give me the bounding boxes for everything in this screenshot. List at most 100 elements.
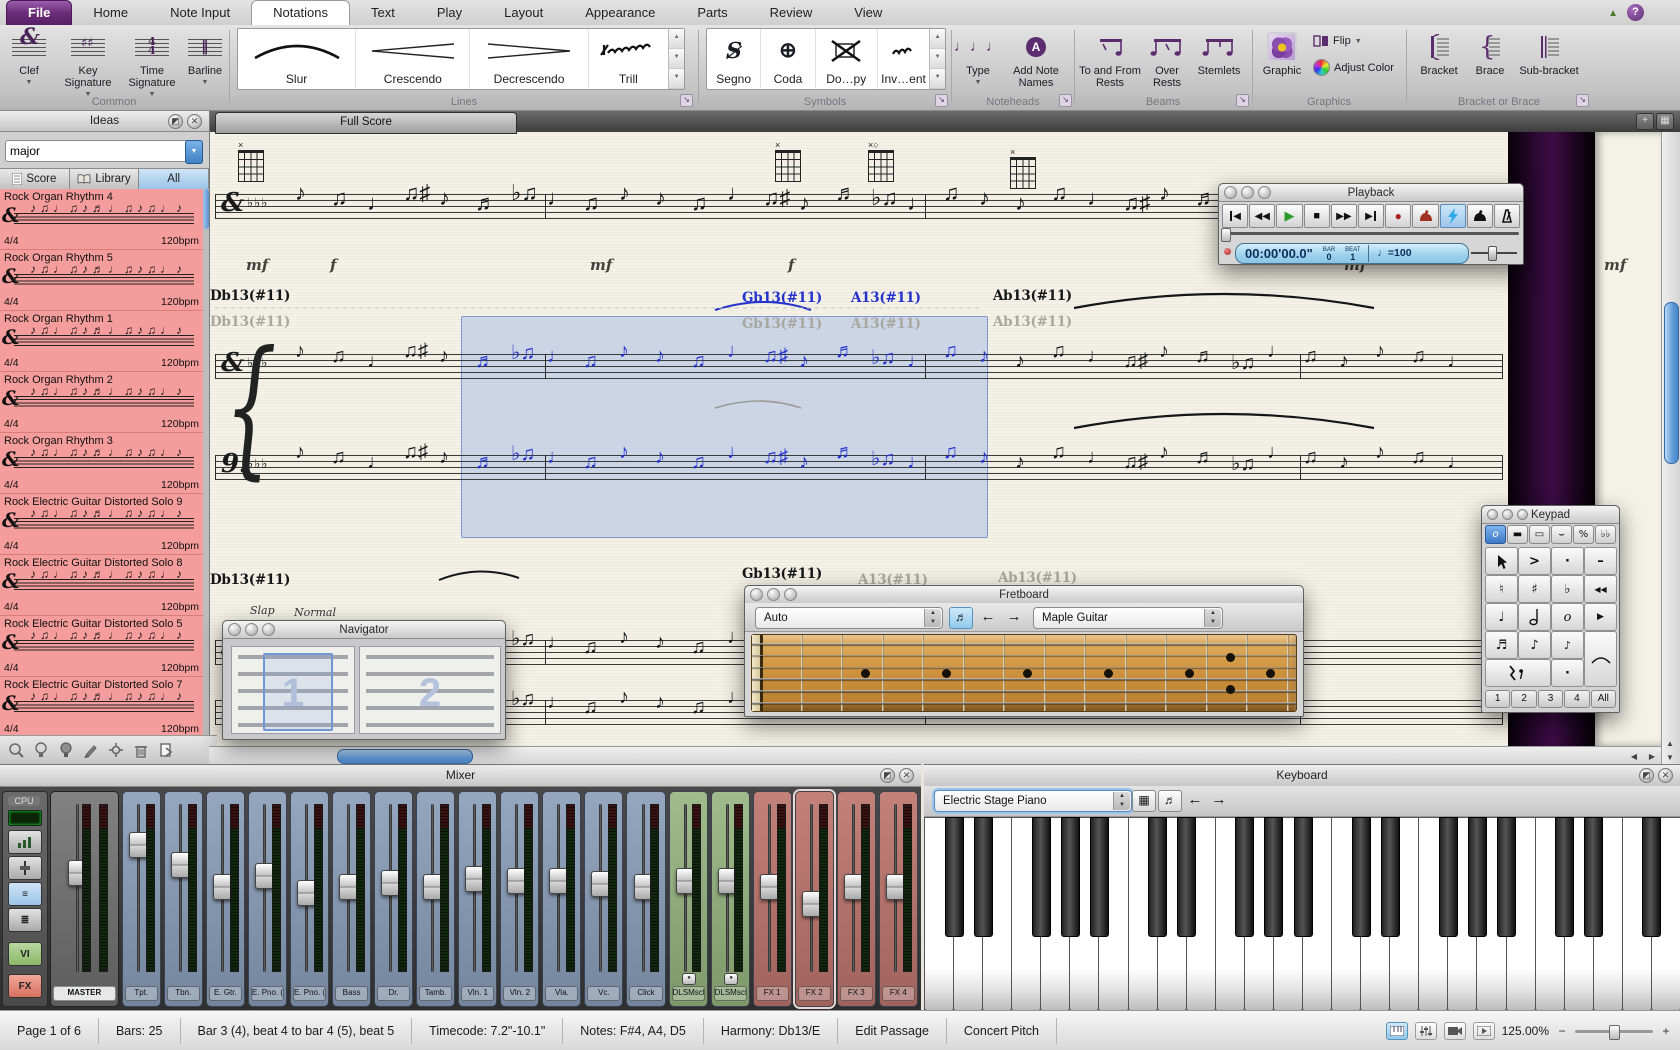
mixer-strip[interactable]: Tbn. [164, 791, 203, 1007]
next-chord-button[interactable]: → [1003, 607, 1025, 627]
keypad-select-tool[interactable] [1485, 547, 1518, 575]
fader-view-button[interactable] [8, 856, 42, 880]
crescendo-gallery-item[interactable]: Crescendo [356, 29, 470, 89]
keypad-sharp-button[interactable]: ♯ [1518, 575, 1551, 603]
beams-dialog-launcher[interactable]: ↘ [1236, 94, 1249, 107]
black-key[interactable] [1381, 817, 1400, 937]
keypad-next-page-button[interactable]: ▶ [1584, 603, 1617, 631]
groups-view-button[interactable]: ≣ [8, 908, 42, 932]
idea-item[interactable]: Rock Electric Guitar Distorted Solo 9&♪♫… [0, 494, 203, 555]
keypad-quarter-note-button[interactable]: ♩ [1485, 603, 1518, 631]
qwerty-input-toggle[interactable]: ▦ [1132, 790, 1156, 812]
scroll-up-icon[interactable]: ▲ [1662, 739, 1678, 748]
slur-gallery-item[interactable]: Slur [238, 29, 356, 89]
trill-gallery-item[interactable]: Trill [589, 29, 668, 89]
beams-over-rests-button[interactable]: Over Rests [1143, 29, 1191, 89]
go-to-end-button[interactable]: ▶ [1358, 204, 1384, 228]
previous-octave-button[interactable]: ← [1184, 790, 1206, 810]
add-note-names-button[interactable]: A Add Note Names [1004, 29, 1068, 89]
keypad-jazz-articulations-tab[interactable]: ⌣ [1551, 525, 1572, 544]
new-tab-button[interactable]: + [1636, 113, 1654, 130]
live-tempo-button[interactable] [1467, 204, 1493, 228]
chord-symbol[interactable]: A13(#11) [851, 316, 921, 332]
ideas-scrollbar[interactable] [203, 189, 209, 736]
mixer-strip[interactable]: FX 1 [753, 791, 792, 1007]
mixer-strip[interactable]: Click [626, 791, 665, 1007]
keypad-repeats-tab[interactable]: % [1573, 525, 1594, 544]
ideas-search-dropdown-icon[interactable]: ▼ [185, 140, 203, 164]
keypad-voice-2[interactable]: 2 [1511, 690, 1536, 708]
go-to-start-button[interactable]: ◀ [1222, 204, 1248, 228]
mixer-strip[interactable]: Bass [332, 791, 371, 1007]
technique-text[interactable]: Slap [250, 604, 275, 617]
stop-button[interactable]: ■ [1304, 204, 1330, 228]
lightbulb-dark-button[interactable] [58, 742, 74, 758]
scroll-left-icon[interactable]: ◀ [1626, 752, 1642, 761]
keypad-eighth-note-button[interactable]: ♪ [1518, 631, 1551, 659]
idea-item[interactable]: Rock Electric Guitar Distorted Solo 7&♪♫… [0, 677, 203, 736]
keypad-voice-3[interactable]: 3 [1538, 690, 1563, 708]
bracket-button[interactable]: Bracket [1411, 29, 1467, 77]
zoom-out-button[interactable]: − [1556, 1024, 1568, 1038]
metronome-click-button[interactable] [1494, 204, 1520, 228]
ribbon-collapse-icon[interactable]: ▲ [1608, 8, 1618, 19]
chord-input-toggle[interactable]: ♬ [1158, 790, 1182, 812]
next-octave-button[interactable]: → [1208, 790, 1230, 810]
transport-panel-toggle[interactable] [1473, 1022, 1495, 1040]
stemlets-button[interactable]: Stemlets [1193, 29, 1245, 77]
keypad-flat-button[interactable]: ♭ [1551, 575, 1584, 603]
ideas-search-input[interactable] [5, 140, 197, 162]
keypad-tenuto-button[interactable]: – [1584, 547, 1617, 575]
dynamic-marking[interactable]: mf [246, 256, 268, 274]
keypad-rest-button[interactable] [1485, 659, 1551, 687]
noteheads-dialog-launcher[interactable]: ↘ [1059, 94, 1072, 107]
decrescendo-gallery-item[interactable]: Decrescendo [470, 29, 588, 89]
mixer-close-button[interactable]: ✕ [899, 768, 914, 783]
black-key[interactable] [1090, 817, 1109, 937]
keypad-titlebar[interactable]: Keypad [1482, 506, 1619, 524]
fretboard-titlebar[interactable]: Fretboard [745, 586, 1303, 604]
lightbulb-button[interactable] [33, 742, 49, 758]
black-key[interactable] [1584, 817, 1603, 937]
guitar-chord-diagram[interactable] [775, 150, 801, 182]
keypad-grace-note-button[interactable]: ♪ [1551, 631, 1584, 659]
keypad-tie-slur-button[interactable] [1584, 631, 1617, 687]
horizontal-scrollbar[interactable]: ◀ ▶ [209, 746, 1662, 765]
keypad-augmentation-dot-button[interactable]: · [1551, 659, 1584, 687]
navigator-page-2[interactable]: 2 [359, 646, 501, 734]
chord-symbol[interactable]: Ab13(#11) [993, 314, 1072, 330]
zoom-in-button[interactable]: + [1660, 1024, 1672, 1038]
keypad-sixteenth-note-button[interactable]: ♬ [1485, 631, 1518, 659]
piano-keyboard[interactable] [924, 817, 1680, 1011]
mixer-strip[interactable]: FX 2 [795, 791, 834, 1007]
help-button[interactable]: ? [1627, 4, 1644, 21]
black-key[interactable] [1061, 817, 1080, 937]
play-button[interactable]: ▶ [1276, 204, 1302, 228]
keypad-common-notes-tab[interactable]: o [1485, 525, 1506, 544]
mixer-strip[interactable]: FX 4 [879, 791, 918, 1007]
mixer-strip[interactable]: Vln. 1 [458, 791, 497, 1007]
vertical-scrollbar-thumb[interactable] [1664, 302, 1679, 464]
mixer-strip[interactable]: FX 3 [837, 791, 876, 1007]
idea-item[interactable]: Rock Organ Rhythm 5&♪♫♩♫♪♬♩♫♪♫♩♪4/4120bp… [0, 250, 203, 311]
chord-symbol[interactable]: A13(#11) [851, 290, 921, 306]
guitar-chord-diagram[interactable] [1010, 157, 1036, 189]
black-key[interactable] [945, 817, 964, 937]
ribbon-tab-review[interactable]: Review [749, 1, 834, 25]
zoom-slider-thumb[interactable] [1609, 1025, 1620, 1040]
scroll-right-icon[interactable]: ▶ [1644, 752, 1660, 761]
vertical-scrollbar[interactable]: ▲ ▼ [1661, 132, 1680, 764]
chord-symbol[interactable]: Gb13(#11) [742, 290, 822, 306]
dynamic-marking[interactable]: f [330, 256, 336, 274]
dynamic-marking[interactable]: f [788, 256, 794, 274]
timeline-slider-thumb[interactable] [1221, 228, 1231, 242]
adjust-color-button[interactable]: Adjust Color [1313, 59, 1394, 76]
concert-pitch-toggle[interactable]: Concert Pitch [947, 1018, 1057, 1044]
ideas-tab-library[interactable]: Library [70, 168, 140, 190]
black-key[interactable] [1468, 817, 1487, 937]
black-key[interactable] [1177, 817, 1196, 937]
idea-item[interactable]: Rock Electric Guitar Distorted Solo 5&♪♫… [0, 616, 203, 677]
idea-item[interactable]: Rock Organ Rhythm 4&♪♫♩♫♪♬♩♫♪♫♩♪4/4120bp… [0, 189, 203, 250]
time-signature-button[interactable]: 44 Time Signature▼ [122, 29, 182, 101]
ribbon-tab-home[interactable]: Home [72, 1, 149, 25]
